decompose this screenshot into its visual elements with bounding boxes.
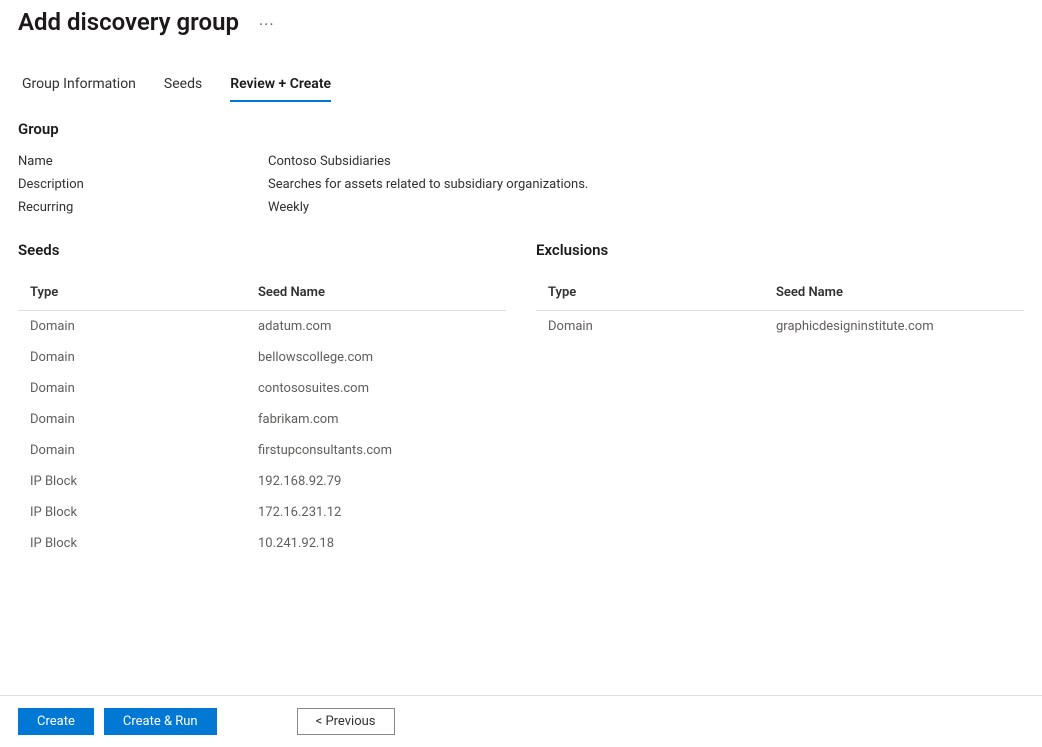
group-label-description: Description — [18, 177, 268, 192]
seeds-cell-name: 192.168.92.79 — [258, 474, 494, 489]
exclusions-table-header: Type Seed Name — [536, 275, 1024, 311]
seeds-cell-type: IP Block — [30, 474, 258, 489]
seeds-th-name: Seed Name — [258, 285, 494, 300]
seeds-row: Domainadatum.com — [18, 311, 506, 342]
group-row-description: Description Searches for assets related … — [18, 177, 1024, 192]
seeds-row: IP Block192.168.92.79 — [18, 466, 506, 497]
seeds-row: Domainbellowscollege.com — [18, 342, 506, 373]
seeds-cell-type: IP Block — [30, 505, 258, 520]
tabs: Group Information Seeds Review + Create — [0, 76, 1042, 102]
group-section-title: Group — [18, 120, 1024, 138]
exclusions-th-type: Type — [548, 285, 776, 300]
group-value-description: Searches for assets related to subsidiar… — [268, 177, 588, 192]
group-value-name: Contoso Subsidiaries — [268, 154, 391, 169]
seeds-cell-name: 10.241.92.18 — [258, 536, 494, 551]
seeds-th-type: Type — [30, 285, 258, 300]
previous-button[interactable]: < Previous — [297, 708, 395, 735]
exclusions-row: Domaingraphicdesigninstitute.com — [536, 311, 1024, 342]
exclusions-table: Type Seed Name Domaingraphicdesigninstit… — [536, 275, 1024, 342]
group-row-recurring: Recurring Weekly — [18, 200, 1024, 215]
seeds-cell-name: bellowscollege.com — [258, 350, 494, 365]
group-label-name: Name — [18, 154, 268, 169]
tab-review-create[interactable]: Review + Create — [230, 76, 331, 102]
seeds-table: Type Seed Name Domainadatum.comDomainbel… — [18, 275, 506, 559]
create-button[interactable]: Create — [18, 708, 94, 735]
tab-seeds[interactable]: Seeds — [164, 76, 202, 102]
group-label-recurring: Recurring — [18, 200, 268, 215]
seeds-cell-name: adatum.com — [258, 319, 494, 334]
exclusions-th-name: Seed Name — [776, 285, 1012, 300]
page-title: Add discovery group — [18, 8, 239, 36]
seeds-cell-type: Domain — [30, 381, 258, 396]
seeds-row: Domainfirstupconsultants.com — [18, 435, 506, 466]
seeds-table-header: Type Seed Name — [18, 275, 506, 311]
seeds-row: Domaincontososuites.com — [18, 373, 506, 404]
tab-group-information[interactable]: Group Information — [22, 76, 136, 102]
seeds-cell-type: Domain — [30, 319, 258, 334]
seeds-cell-name: firstupconsultants.com — [258, 443, 494, 458]
seeds-cell-name: 172.16.231.12 — [258, 505, 494, 520]
seeds-cell-type: Domain — [30, 443, 258, 458]
group-row-name: Name Contoso Subsidiaries — [18, 154, 1024, 169]
seeds-cell-type: Domain — [30, 412, 258, 427]
exclusions-cell-type: Domain — [548, 319, 776, 334]
seeds-cell-type: Domain — [30, 350, 258, 365]
seeds-section-title: Seeds — [18, 241, 506, 259]
seeds-row: IP Block172.16.231.12 — [18, 497, 506, 528]
seeds-row: IP Block10.241.92.18 — [18, 528, 506, 559]
exclusions-section-title: Exclusions — [536, 241, 1024, 259]
seeds-cell-name: contososuites.com — [258, 381, 494, 396]
seeds-cell-type: IP Block — [30, 536, 258, 551]
exclusions-cell-name: graphicdesigninstitute.com — [776, 319, 1012, 334]
more-icon[interactable]: ··· — [259, 15, 275, 34]
footer-actions: Create Create & Run < Previous — [0, 695, 1042, 747]
group-value-recurring: Weekly — [268, 200, 309, 215]
seeds-row: Domainfabrikam.com — [18, 404, 506, 435]
seeds-cell-name: fabrikam.com — [258, 412, 494, 427]
create-and-run-button[interactable]: Create & Run — [104, 708, 217, 735]
